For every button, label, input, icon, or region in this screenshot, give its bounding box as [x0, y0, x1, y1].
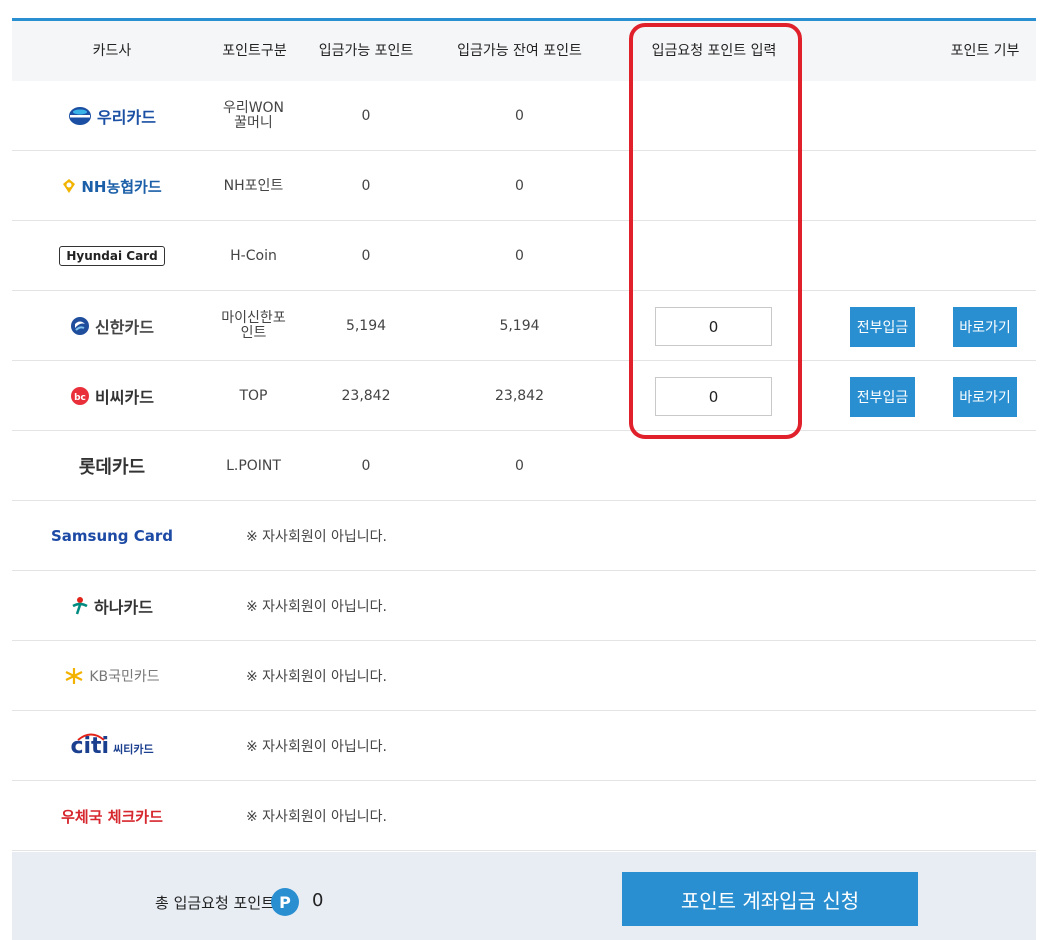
- table-row: 우체국 체크카드 ※ 자사회원이 아닙니다.: [12, 781, 1036, 851]
- shinhan-icon: [71, 317, 90, 335]
- header-donate: 포인트 기부: [950, 43, 1020, 59]
- hana-card-logo: 하나카드: [52, 571, 172, 641]
- nh-card-logo: NH농협카드: [52, 151, 172, 221]
- header-card: 카드사: [92, 43, 132, 59]
- point-type: L.POINT: [226, 457, 281, 474]
- kb-star-icon: [65, 668, 83, 684]
- shinhan-card-logo: 신한카드: [52, 291, 172, 361]
- post-card-logo: 우체국 체크카드: [61, 807, 163, 826]
- table-row: 신한카드 마이신한포 인트 5,194 5,194 전부입금 바로가기: [12, 291, 1036, 361]
- table-row: 롯데카드 L.POINT 0 0: [12, 431, 1036, 501]
- available-points: 0: [361, 177, 371, 194]
- remaining-points: 0: [515, 247, 524, 264]
- point-type: TOP: [239, 387, 268, 404]
- point-type: 우리WON 꿀머니: [222, 100, 285, 131]
- available-points: 0: [361, 457, 371, 474]
- svg-text:bc: bc: [74, 393, 86, 403]
- available-points: 0: [361, 247, 371, 264]
- header-type: 포인트구분: [222, 43, 287, 59]
- remaining-points: 0: [515, 457, 524, 474]
- table-row: bc 비씨카드 TOP 23,842 23,842 전부입금 바로가기: [12, 361, 1036, 431]
- samsung-card-logo: Samsung Card: [50, 527, 174, 545]
- table-row: 하나카드 ※ 자사회원이 아닙니다.: [12, 571, 1036, 641]
- citi-arc-icon: [77, 733, 105, 741]
- point-type: 마이신한포 인트: [221, 310, 286, 341]
- deposit-all-button[interactable]: 전부입금: [850, 307, 915, 347]
- remaining-points: 5,194: [499, 317, 540, 334]
- not-member-note: ※ 자사회원이 아닙니다.: [246, 529, 388, 545]
- hyundai-card-logo: Hyundai Card: [52, 221, 172, 291]
- submit-deposit-button[interactable]: 포인트 계좌입금 신청: [622, 872, 918, 926]
- not-member-note: ※ 자사회원이 아닙니다.: [246, 669, 388, 685]
- table-row: 우리카드 우리WON 꿀머니 0 0: [12, 81, 1036, 151]
- table-row: citi 씨티카드 ※ 자사회원이 아닙니다.: [12, 711, 1036, 781]
- not-member-note: ※ 자사회원이 아닙니다.: [246, 739, 388, 755]
- table-header: 카드사 포인트구분 입금가능 포인트 입금가능 잔여 포인트 입금요청 포인트 …: [12, 21, 1036, 81]
- not-member-note: ※ 자사회원이 아닙니다.: [246, 809, 388, 825]
- table-row: Samsung Card ※ 자사회원이 아닙니다.: [12, 501, 1036, 571]
- request-points-input[interactable]: [655, 307, 772, 346]
- table-row: Hyundai Card H-Coin 0 0: [12, 221, 1036, 291]
- deposit-all-button[interactable]: 전부입금: [850, 377, 915, 417]
- bc-icon: bc: [71, 387, 90, 405]
- point-type: NH포인트: [223, 177, 284, 194]
- go-button[interactable]: 바로가기: [953, 307, 1017, 347]
- woori-icon: [69, 107, 92, 125]
- remaining-points: 0: [515, 177, 524, 194]
- remaining-points: 0: [515, 107, 524, 124]
- go-button[interactable]: 바로가기: [953, 377, 1017, 417]
- nh-icon: [63, 179, 76, 193]
- bc-card-logo: bc 비씨카드: [52, 361, 172, 431]
- lotte-card-logo: 롯데카드: [78, 457, 146, 478]
- header-request: 입금요청 포인트 입력: [651, 43, 777, 59]
- not-member-note: ※ 자사회원이 아닙니다.: [246, 599, 388, 615]
- available-points: 5,194: [345, 317, 387, 334]
- table-row: NH농협카드 NH포인트 0 0: [12, 151, 1036, 221]
- woori-card-logo: 우리카드: [52, 81, 172, 151]
- point-badge-icon: P: [271, 888, 299, 916]
- available-points: 23,842: [341, 387, 391, 404]
- kb-card-logo: KB국민카드: [52, 641, 172, 711]
- summary-footer: 총 입금요청 포인트 P 0 포인트 계좌입금 신청: [12, 852, 1036, 940]
- header-remaining: 입금가능 잔여 포인트: [457, 43, 582, 59]
- point-type: H-Coin: [230, 247, 277, 264]
- hana-icon: [72, 597, 88, 615]
- total-request-value: 0: [312, 890, 324, 911]
- available-points: 0: [361, 107, 371, 124]
- table-row: KB국민카드 ※ 자사회원이 아닙니다.: [12, 641, 1036, 711]
- citi-card-logo: citi 씨티카드: [52, 711, 172, 781]
- total-request-label: 총 입금요청 포인트: [155, 894, 275, 912]
- header-available: 입금가능 포인트: [318, 43, 414, 59]
- request-points-input[interactable]: [655, 377, 772, 416]
- remaining-points: 23,842: [495, 387, 544, 404]
